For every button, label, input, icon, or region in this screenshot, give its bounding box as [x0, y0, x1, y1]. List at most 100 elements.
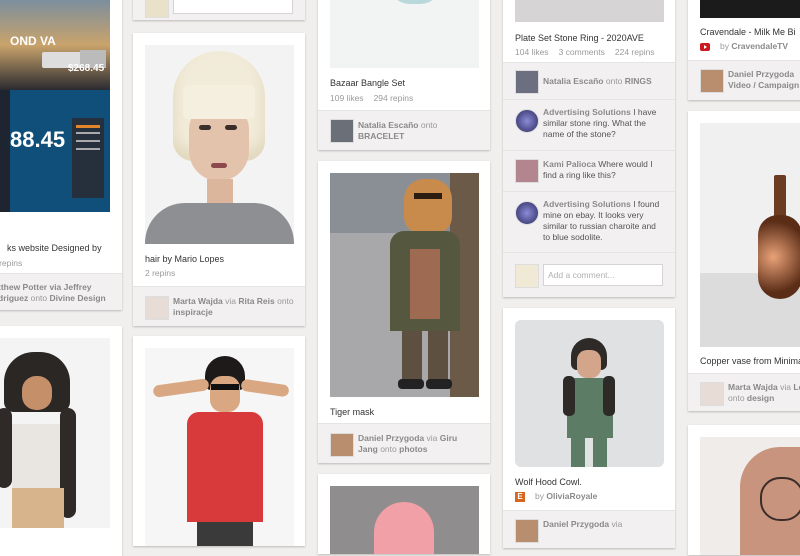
- pin-image-pink[interactable]: [330, 486, 479, 554]
- ad-price-small: $268.45: [68, 63, 105, 74]
- pin-card-milk[interactable]: Cravendale - Milk Me Bi by CravendaleTV …: [688, 0, 800, 100]
- pinner-avatar[interactable]: [145, 0, 169, 18]
- pin-attribution: tthew Potter via Jeffrey driguez onto Di…: [0, 273, 122, 310]
- pin-image-wolf-hood-girl[interactable]: [0, 338, 110, 528]
- repin-count: 2 repins: [145, 268, 176, 278]
- pin-column-3: Bazaar Bangle Set 109 likes 294 repins Na…: [318, 0, 490, 554]
- pin-image-red-shirt[interactable]: [145, 348, 294, 546]
- pin-card-wolf-hood-girl[interactable]: [0, 326, 122, 556]
- commenter-link[interactable]: Advertising Solutions: [543, 107, 631, 117]
- pinner-link[interactable]: Marta Wajda: [173, 296, 223, 306]
- pin-column-1: OND VA $268.45 88.45 ks website Designed…: [0, 0, 122, 556]
- commenter-avatar[interactable]: [515, 201, 539, 225]
- pinner-avatar[interactable]: [145, 296, 169, 320]
- pin-column-5: Cravendale - Milk Me Bi by CravendaleTV …: [688, 0, 800, 555]
- pin-stats: 2 repins: [145, 268, 185, 278]
- pin-description: Copper vase from Minima: [700, 356, 800, 366]
- pin-card-ring[interactable]: Plate Set Stone Ring - 2020AVE 104 likes…: [503, 0, 675, 297]
- comment-item: Kami Palioca Where would I find a ring l…: [503, 150, 675, 191]
- pin-image-tiger[interactable]: [330, 173, 479, 397]
- pin-card-wolfhood[interactable]: Wolf Hood Cowl. Eby OliviaRoyale Daniel …: [503, 308, 675, 548]
- board-link[interactable]: RINGS: [625, 76, 652, 86]
- etsy-icon: E: [515, 491, 525, 502]
- pinner-link[interactable]: Daniel Przygoda: [543, 519, 609, 529]
- pin-attribution: Marta Wajda via Lo onto design: [688, 373, 800, 411]
- board-link[interactable]: Divine Design: [50, 293, 106, 303]
- pin-image-tattoo[interactable]: [700, 437, 800, 555]
- pinner-link[interactable]: Natalia Escaño: [358, 120, 418, 130]
- source-link[interactable]: OliviaRoyale: [546, 491, 597, 501]
- source-link-cont[interactable]: Jang: [358, 444, 378, 454]
- pin-card-top-partial-2[interactable]: [133, 0, 305, 20]
- pinner-link[interactable]: Marta Wajda: [728, 382, 778, 392]
- pin-card-tiger[interactable]: Tiger mask Daniel Przygoda via Giru Jang…: [318, 161, 490, 463]
- pin-attribution: Natalia Escaño onto RINGS: [503, 62, 675, 99]
- like-count: 109 likes: [330, 93, 364, 103]
- pin-description: ks website Designed by n: [7, 243, 102, 253]
- comment-input-stub[interactable]: [173, 0, 293, 14]
- pin-image-webdesign[interactable]: OND VA $268.45 88.45: [0, 0, 110, 212]
- comment-count: 3 comments: [558, 47, 605, 57]
- comment-item: Advertising Solutions I have similar sto…: [503, 99, 675, 150]
- youtube-icon: [700, 42, 710, 51]
- source-link[interactable]: driguez: [0, 293, 28, 303]
- pin-card-red-shirt[interactable]: [133, 336, 305, 546]
- pin-stats: 109 likes 294 repins: [330, 93, 423, 103]
- pin-card-bangle[interactable]: Bazaar Bangle Set 109 likes 294 repins Na…: [318, 0, 490, 150]
- board-link[interactable]: design: [747, 393, 774, 403]
- comment-item: Advertising Solutions I found mine on eb…: [503, 191, 675, 252]
- pin-description: Tiger mask: [330, 407, 375, 417]
- board-link[interactable]: inspiracje: [173, 307, 213, 317]
- board-link[interactable]: photos: [399, 444, 427, 454]
- commenter-avatar[interactable]: [515, 159, 539, 183]
- pin-source: Eby OliviaRoyale: [515, 491, 597, 502]
- pinner-avatar[interactable]: [330, 433, 354, 457]
- pin-stats: 6 repins: [0, 258, 23, 268]
- commenter-link[interactable]: Kami Palioca: [543, 159, 596, 169]
- pin-attribution: Natalia Escaño onto BRACELET: [318, 110, 490, 150]
- source-link[interactable]: Lo: [793, 382, 800, 392]
- pin-column-2: hair by Mario Lopes 2 repins Marta Wajda…: [133, 0, 305, 546]
- pin-image-milk[interactable]: [700, 0, 800, 18]
- pin-image-wolfhood[interactable]: [515, 320, 664, 467]
- pin-image-ring[interactable]: [515, 0, 664, 22]
- pin-image-vase[interactable]: [700, 123, 800, 347]
- pin-description: Cravendale - Milk Me Bi: [700, 27, 796, 37]
- pinner-link[interactable]: Natalia Escaño: [543, 76, 603, 86]
- comment-input[interactable]: Add a comment...: [543, 264, 663, 286]
- pinner-avatar[interactable]: [515, 70, 539, 94]
- pin-attribution: Marta Wajda via Rita Reis onto inspiracj…: [133, 286, 305, 326]
- pinner-link[interactable]: tthew Potter via Jeffrey: [0, 282, 92, 292]
- commenter-avatar[interactable]: [515, 109, 539, 133]
- board-link[interactable]: Video / Campaign: [728, 80, 799, 90]
- pin-description: Plate Set Stone Ring - 2020AVE: [515, 33, 644, 43]
- pin-image-bangle[interactable]: [330, 0, 479, 68]
- commenter-link[interactable]: Advertising Solutions: [543, 199, 631, 209]
- ad-price-large: 88.45: [10, 127, 66, 152]
- pin-source: by CravendaleTV: [700, 41, 788, 51]
- pin-card-vase[interactable]: Copper vase from Minima Marta Wajda via …: [688, 111, 800, 411]
- repin-count: 224 repins: [614, 47, 655, 57]
- pinner-link[interactable]: Daniel Przygoda: [358, 433, 424, 443]
- pin-stats: 104 likes 3 comments 224 repins: [515, 47, 665, 57]
- source-link[interactable]: Giru: [440, 433, 457, 443]
- pin-attribution: Daniel Przygoda via Giru Jang onto photo…: [318, 423, 490, 463]
- pin-image-hair[interactable]: [145, 45, 294, 244]
- source-link[interactable]: CravendaleTV: [731, 41, 788, 51]
- current-user-avatar: [515, 264, 539, 288]
- pin-card-hair[interactable]: hair by Mario Lopes 2 repins Marta Wajda…: [133, 33, 305, 326]
- pin-card-tattoo[interactable]: [688, 425, 800, 555]
- board-link[interactable]: BRACELET: [358, 131, 404, 141]
- pin-column-4: Plate Set Stone Ring - 2020AVE 104 likes…: [503, 0, 675, 548]
- pin-card-webdesign[interactable]: OND VA $268.45 88.45 ks website Designed…: [0, 0, 122, 310]
- pinner-link[interactable]: Daniel Przygoda: [728, 69, 794, 79]
- pin-attribution: Daniel Przygoda via: [503, 510, 675, 548]
- pinner-avatar[interactable]: [330, 119, 354, 143]
- pinner-avatar[interactable]: [700, 382, 724, 406]
- source-link[interactable]: Rita Reis: [238, 296, 274, 306]
- pinner-avatar[interactable]: [515, 519, 539, 543]
- pin-description: Wolf Hood Cowl.: [515, 477, 582, 487]
- pinner-avatar[interactable]: [700, 69, 724, 93]
- pin-card-pink[interactable]: [318, 474, 490, 554]
- pin-attribution: Daniel Przygoda Video / Campaign: [688, 60, 800, 100]
